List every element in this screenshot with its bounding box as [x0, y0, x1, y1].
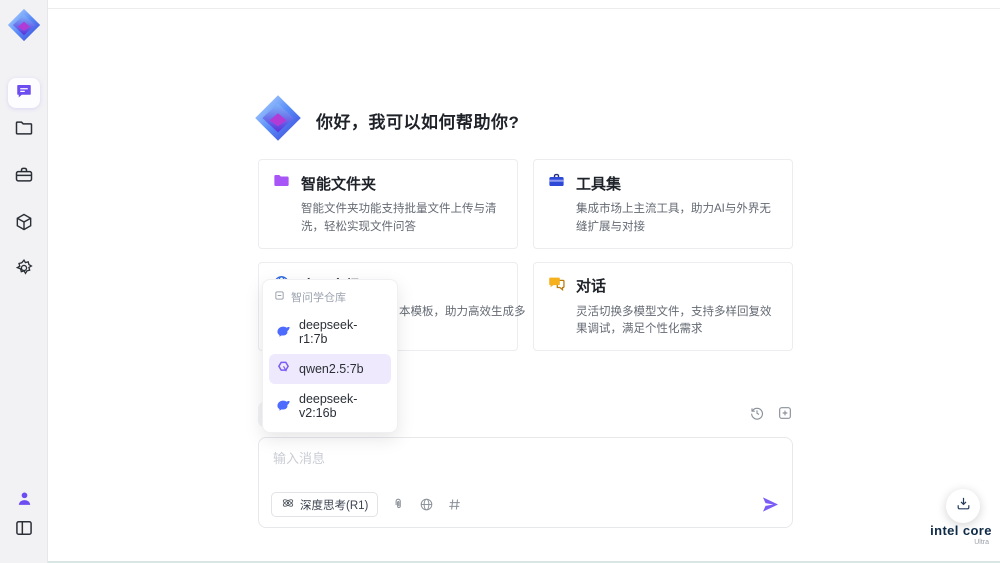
- chat-input-box: 深度思考(R1): [258, 437, 793, 528]
- chat-yellow-icon: [547, 274, 566, 298]
- gear-icon: [14, 258, 34, 278]
- sidebar-item-settings[interactable]: [0, 258, 48, 278]
- folder-purple-icon: [272, 171, 291, 195]
- card-dialogue[interactable]: 对话 灵活切换多模型文件，支持多样回复效果调试，满足个性化需求: [533, 261, 793, 352]
- intel-ultra-text: Ultra: [974, 539, 989, 546]
- history-icon[interactable]: [749, 405, 765, 426]
- card-description: 灵活切换多模型文件，支持多样回复效果调试，满足个性化需求: [576, 305, 772, 336]
- card-title: 对话: [576, 278, 607, 296]
- page-title: 你好，我可以如何帮助你?: [316, 113, 520, 132]
- folder-icon: [14, 118, 34, 138]
- model-option-deepseek-r1[interactable]: deepseek-r1:7b: [269, 312, 391, 352]
- greeting-header: 你好，我可以如何帮助你?: [254, 94, 519, 147]
- message-input[interactable]: [273, 448, 713, 490]
- deepseek-whale-icon: [276, 323, 291, 341]
- web-search-icon[interactable]: [419, 497, 434, 512]
- logo-gem-icon: [7, 8, 41, 42]
- logo-gem-icon: [254, 94, 302, 147]
- briefcase-blue-icon: [547, 171, 566, 195]
- card-description: 智能文件夹功能支持批量文件上传与清洗，轻松实现文件问答: [301, 203, 497, 233]
- download-button[interactable]: [946, 489, 980, 523]
- card-smart-folder[interactable]: 智能文件夹 智能文件夹功能支持批量文件上传与清洗，轻松实现文件问答: [258, 159, 518, 249]
- sidebar-item-toolbox[interactable]: [0, 165, 48, 185]
- card-title: 工具集: [576, 175, 622, 193]
- model-dropdown-menu: 智问学仓库 deepseek-r1:7b qwen2.5:7b deepseek…: [262, 279, 398, 433]
- model-option-label: deepseek-v2:16b: [299, 392, 358, 420]
- attachment-icon[interactable]: [391, 497, 406, 512]
- atom-icon: [281, 496, 295, 513]
- deep-think-label: 深度思考(R1): [300, 499, 369, 512]
- sidebar: [0, 0, 48, 563]
- sidebar-item-chat[interactable]: [8, 78, 40, 108]
- panel-icon: [14, 518, 34, 538]
- app-logo[interactable]: [0, 8, 48, 42]
- intel-brand-text: intel core: [930, 523, 992, 538]
- sidebar-item-folders[interactable]: [0, 118, 48, 138]
- chat-actions: [749, 405, 793, 426]
- repo-icon: [274, 290, 285, 304]
- repo-label: 智问学仓库: [291, 292, 346, 304]
- download-icon: [955, 495, 972, 517]
- card-toolset[interactable]: 工具集 集成市场上主流工具，助力AI与外界无缝扩展与对接: [533, 159, 793, 249]
- chat-icon: [15, 82, 33, 105]
- cube-icon: [14, 212, 34, 232]
- sidebar-item-collapse-panel[interactable]: [0, 518, 48, 538]
- model-option-qwen[interactable]: qwen2.5:7b: [269, 354, 391, 384]
- model-option-deepseek-v2[interactable]: deepseek-v2:16b: [269, 386, 391, 426]
- qwen-icon: [276, 360, 291, 378]
- sidebar-item-models[interactable]: [0, 212, 48, 232]
- model-option-label: deepseek-r1:7b: [299, 318, 358, 346]
- input-toolbar: 深度思考(R1): [271, 492, 780, 517]
- briefcase-icon: [14, 165, 34, 185]
- model-repo-header: 智问学仓库: [269, 286, 391, 310]
- model-option-label: qwen2.5:7b: [299, 362, 364, 376]
- deep-think-toggle[interactable]: 深度思考(R1): [271, 492, 379, 517]
- window-top-divider: [48, 8, 1000, 9]
- sidebar-item-profile[interactable]: [0, 489, 48, 508]
- send-button[interactable]: [761, 495, 780, 514]
- deepseek-whale-icon: [276, 397, 291, 415]
- card-title: 智能文件夹: [301, 175, 377, 193]
- card-description: 集成市场上主流工具，助力AI与外界无缝扩展与对接: [576, 203, 771, 233]
- new-chat-icon[interactable]: [777, 405, 793, 426]
- user-icon: [15, 489, 34, 508]
- prompt-library-icon[interactable]: [447, 497, 462, 512]
- intel-core-badge: intel core Ultra: [923, 523, 999, 546]
